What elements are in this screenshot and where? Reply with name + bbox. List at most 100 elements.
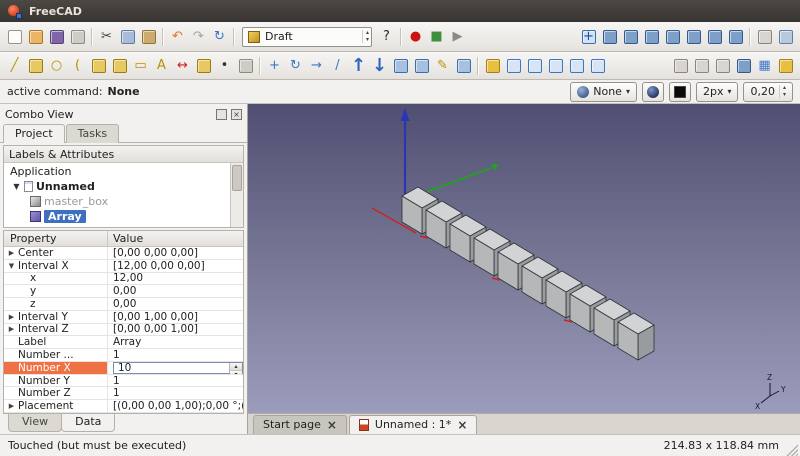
close-tab-icon[interactable]: × [327, 419, 337, 431]
draft-line-icon[interactable]: ╱ [4, 55, 25, 76]
view-left-icon[interactable] [725, 26, 746, 47]
resize-grip[interactable] [785, 443, 798, 456]
face-color-button[interactable] [669, 82, 691, 102]
close-tab-icon[interactable]: × [457, 419, 467, 431]
property-row-interval-y[interactable]: ▶Interval Y[0,00 1,00 0,00] [4, 311, 243, 324]
property-row-z[interactable]: z0,00 [4, 298, 243, 311]
draft-clone-icon[interactable] [453, 55, 474, 76]
spin-up-icon[interactable]: ▴ [230, 363, 242, 371]
property-row-interval-x[interactable]: ▼Interval X[12,00 0,00 0,00] [4, 260, 243, 273]
construction-mode-icon[interactable] [733, 55, 754, 76]
tree-item-unnamed[interactable]: ▼Unnamed [4, 179, 230, 194]
property-row-interval-z[interactable]: ▶Interval Z[0,00 0,00 1,00] [4, 324, 243, 337]
snap-working-plane-icon[interactable] [587, 55, 608, 76]
auto-group-lock-icon[interactable] [775, 55, 796, 76]
working-plane-side-icon[interactable] [712, 55, 733, 76]
view-bottom-icon[interactable] [704, 26, 725, 47]
tab-data[interactable]: Data [61, 414, 115, 432]
tree-item-array[interactable]: Array [4, 209, 230, 224]
draft-scale-icon[interactable] [390, 55, 411, 76]
copy-icon[interactable] [117, 26, 138, 47]
draft-ellipse-icon[interactable] [88, 55, 109, 76]
cut-icon[interactable]: ✂ [96, 26, 117, 47]
draft-move-icon[interactable]: + [264, 55, 285, 76]
macro-record-icon[interactable]: ● [405, 26, 426, 47]
property-row-label[interactable]: LabelArray [4, 336, 243, 349]
tree-scrollbar[interactable] [230, 163, 243, 227]
number-x-editor[interactable]: 10▴▾ [113, 362, 243, 374]
draft-shape2dview-icon[interactable] [411, 55, 432, 76]
draw-style-icon[interactable] [754, 26, 775, 47]
draft-polygon-icon[interactable] [109, 55, 130, 76]
property-column-header[interactable]: Property [4, 231, 108, 246]
tree-item-master-box[interactable]: master_box [4, 194, 230, 209]
working-plane-top-icon[interactable] [670, 55, 691, 76]
draft-text-icon[interactable]: A [151, 55, 172, 76]
property-row-number[interactable]: Number ...1 [4, 349, 243, 362]
refresh-icon[interactable]: ↻ [209, 26, 230, 47]
value-column-header[interactable]: Value [108, 231, 243, 246]
line-width-select[interactable]: 2px ▾ [696, 82, 739, 102]
draft-trimex-icon[interactable]: / [327, 55, 348, 76]
tree-item-application[interactable]: Application [4, 164, 230, 179]
property-row-y[interactable]: y0,00 [4, 285, 243, 298]
open-file-icon[interactable] [25, 26, 46, 47]
paste-icon[interactable] [138, 26, 159, 47]
property-row-number-y[interactable]: Number Y1 [4, 375, 243, 388]
draft-downgrade-icon[interactable]: ↓ [369, 55, 390, 76]
new-file-icon[interactable] [4, 26, 25, 47]
draft-facebinder-icon[interactable] [235, 55, 256, 76]
workbench-selector[interactable]: Draft ▴▾ [242, 27, 372, 47]
spinner-buttons[interactable]: ▴▾ [229, 363, 242, 373]
snap-midpoint-icon[interactable] [524, 55, 545, 76]
tab-view[interactable]: View [8, 414, 62, 432]
spinner-arrows-icon[interactable]: ▴▾ [779, 85, 786, 98]
draft-dimension-icon[interactable]: ↔ [172, 55, 193, 76]
macro-stop-icon[interactable]: ■ [426, 26, 447, 47]
draft-polyline-icon[interactable] [25, 55, 46, 76]
combo-spinner-icon[interactable]: ▴▾ [362, 30, 369, 43]
draft-arc-icon[interactable]: ( [67, 55, 88, 76]
tab-tasks[interactable]: Tasks [66, 124, 119, 143]
tab-unnamed-document[interactable]: Unnamed : 1* × [349, 415, 477, 434]
draft-rectangle-icon[interactable]: ▭ [130, 55, 151, 76]
zoom-fit-icon[interactable]: + [578, 26, 599, 47]
toggle-grid-icon[interactable]: ▦ [754, 55, 775, 76]
texture-view-icon[interactable] [775, 26, 796, 47]
property-row-number-z[interactable]: Number Z1 [4, 387, 243, 400]
draft-rotate-icon[interactable]: ↻ [285, 55, 306, 76]
draft-bspline-icon[interactable] [193, 55, 214, 76]
snap-grid-icon[interactable] [566, 55, 587, 76]
spin-down-icon[interactable]: ▾ [230, 371, 242, 374]
expand-arrow-icon[interactable]: ▼ [12, 182, 21, 191]
print-icon[interactable] [67, 26, 88, 47]
property-row-placement[interactable]: ▶Placement[(0,00 0,00 1,00);0,00 °;(0,00… [4, 400, 243, 413]
close-panel-button[interactable]: × [231, 109, 242, 120]
draft-upgrade-icon[interactable]: ↑ [348, 55, 369, 76]
property-row-number-x[interactable]: Number X10▴▾ [4, 362, 243, 375]
tab-start-page[interactable]: Start page × [253, 415, 347, 434]
property-row-center[interactable]: ▶Center[0,00 0,00 0,00] [4, 247, 243, 260]
line-color-button[interactable] [642, 82, 664, 102]
view-right-icon[interactable] [662, 26, 683, 47]
redo-icon[interactable]: ↷ [188, 26, 209, 47]
view-top-icon[interactable] [641, 26, 662, 47]
3d-scene[interactable]: ZYX [248, 104, 800, 413]
view-rear-icon[interactable] [683, 26, 704, 47]
undo-icon[interactable]: ↶ [167, 26, 188, 47]
scrollbar-thumb[interactable] [232, 165, 242, 191]
snap-lock-icon[interactable] [482, 55, 503, 76]
draft-point-icon[interactable]: • [214, 55, 235, 76]
draft-offset-icon[interactable]: → [306, 55, 327, 76]
snap-angle-icon[interactable] [545, 55, 566, 76]
whats-this-icon[interactable]: ? [376, 26, 397, 47]
draft-circle-icon[interactable]: ○ [46, 55, 67, 76]
scale-spinbox[interactable]: 0,20 ▴▾ [743, 82, 793, 102]
autogroup-button[interactable]: None ▾ [570, 82, 637, 102]
save-icon[interactable] [46, 26, 67, 47]
float-panel-button[interactable] [216, 109, 227, 120]
view-axonometric-icon[interactable] [599, 26, 620, 47]
snap-endpoint-icon[interactable] [503, 55, 524, 76]
macro-execute-icon[interactable]: ▶ [447, 26, 468, 47]
property-row-x[interactable]: x12,00 [4, 273, 243, 286]
